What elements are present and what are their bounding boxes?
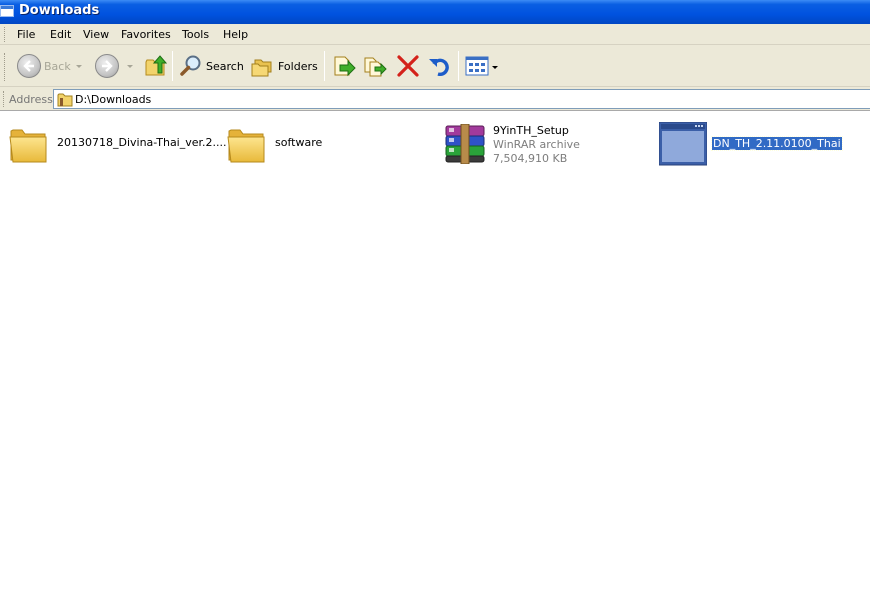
menu-grip[interactable] <box>4 27 6 42</box>
back-arrow-icon <box>17 54 41 78</box>
views-icon <box>465 56 489 76</box>
file-size: 7,504,910 KB <box>493 152 568 165</box>
undo-icon <box>429 58 449 77</box>
file-list[interactable]: 20130718_Divina-Thai_ver.2.... software <box>0 112 870 593</box>
window-icon <box>0 5 14 17</box>
file-item-archive[interactable]: 9YinTH_Setup WinRAR archive 7,504,910 KB <box>443 122 593 170</box>
file-item-folder[interactable]: 20130718_Divina-Thai_ver.2.... <box>8 122 227 170</box>
back-dropdown-icon[interactable] <box>76 65 82 68</box>
forward-dropdown-icon[interactable] <box>127 65 133 68</box>
application-window-icon <box>659 122 707 166</box>
title-bar[interactable]: Downloads <box>0 0 870 24</box>
file-name-selected: DN_TH_2.11.0100_Thai <box>711 136 843 151</box>
address-value: D:\Downloads <box>75 93 152 106</box>
search-label: Search <box>206 60 244 73</box>
up-folder-icon <box>145 55 168 76</box>
menu-bar: File Edit View Favorites Tools Help <box>0 24 870 45</box>
file-type: WinRAR archive <box>493 138 580 151</box>
folders-label: Folders <box>278 60 318 73</box>
forward-arrow-icon <box>95 54 119 78</box>
folder-icon <box>57 93 73 107</box>
folder-icon <box>227 129 265 163</box>
toolbar: Back Search Folders <box>0 45 870 87</box>
file-item-application[interactable]: DN_TH_2.11.0100_Thai <box>659 122 859 170</box>
folders-button[interactable]: Folders <box>249 45 319 87</box>
views-dropdown-icon[interactable] <box>492 66 498 69</box>
undo-button[interactable] <box>426 45 454 87</box>
copy-to-button[interactable] <box>361 45 389 87</box>
toolbar-separator <box>324 51 325 81</box>
back-button[interactable]: Back <box>14 45 88 87</box>
move-to-button[interactable] <box>330 45 358 87</box>
winrar-archive-icon <box>445 124 485 164</box>
menu-favorites[interactable]: Favorites <box>121 28 171 41</box>
address-bar: Address D:\Downloads <box>0 87 870 111</box>
copy-to-icon <box>364 57 387 77</box>
toolbar-separator <box>458 51 459 81</box>
menu-tools[interactable]: Tools <box>182 28 209 41</box>
address-grip[interactable] <box>3 91 6 107</box>
file-name: software <box>275 136 323 149</box>
menu-edit[interactable]: Edit <box>50 28 71 41</box>
menu-file[interactable]: File <box>17 28 35 41</box>
views-button[interactable] <box>463 45 499 87</box>
delete-icon <box>397 55 419 77</box>
delete-button[interactable] <box>394 45 422 87</box>
back-label: Back <box>44 60 71 73</box>
folders-icon <box>251 59 272 77</box>
folder-icon <box>9 129 47 163</box>
toolbar-separator <box>172 51 173 81</box>
up-folder-button[interactable] <box>142 45 170 87</box>
menu-help[interactable]: Help <box>223 28 248 41</box>
window-title: Downloads <box>19 3 100 18</box>
address-input[interactable]: D:\Downloads <box>53 89 870 109</box>
address-label: Address <box>9 93 53 106</box>
explorer-window: Downloads File Edit View Favorites Tools… <box>0 0 870 593</box>
toolbar-grip[interactable] <box>4 53 7 81</box>
file-name: 9YinTH_Setup <box>493 124 569 137</box>
file-item-folder[interactable]: software <box>226 122 346 170</box>
search-icon <box>180 55 201 76</box>
move-to-icon <box>334 56 356 77</box>
search-button[interactable]: Search <box>177 45 244 87</box>
forward-button[interactable] <box>92 45 136 87</box>
menu-view[interactable]: View <box>83 28 109 41</box>
file-name: 20130718_Divina-Thai_ver.2.... <box>57 136 227 149</box>
